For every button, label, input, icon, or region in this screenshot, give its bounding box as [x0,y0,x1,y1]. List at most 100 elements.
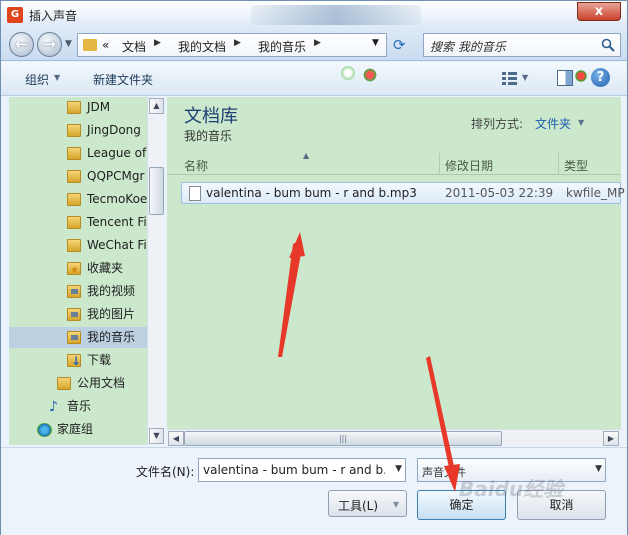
view-options-icon[interactable] [501,71,519,86]
filename-label: 文件名(N): [136,465,195,479]
tree-item-wechat-files[interactable]: WeChat Fi [9,235,147,256]
tree-item-public-documents[interactable]: 公用文档 [9,373,147,394]
forward-button[interactable]: → [37,32,62,57]
chevron-right-icon[interactable]: ▶ [154,38,161,48]
chevron-down-icon[interactable]: ▼ [54,73,60,82]
folder-icon [67,193,81,206]
tree-item-my-music[interactable]: 我的音乐 [9,327,147,348]
tools-button[interactable]: 工具(L) ▼ [328,490,407,517]
scroll-thumb[interactable]: ||| [184,431,502,446]
file-name: valentina - bum bum - r and b.mp3 [206,186,417,200]
file-date: 2011-05-03 22:39 [445,186,554,200]
blurred-title-region [251,5,421,25]
arrange-by-label: 排列方式: [471,117,524,131]
organize-button[interactable]: 组织 [25,71,49,88]
column-type[interactable]: 类型 [564,157,588,174]
tree-item-jingdong[interactable]: JingDong [9,120,147,141]
address-dropdown-icon[interactable]: ▼ [372,38,379,48]
folder-icon [67,170,81,183]
filename-combobox[interactable]: valentina - bum bum - r and b.r ▼ [198,458,406,482]
address-bar[interactable]: « 文档 ▶ 我的文档 ▶ 我的音乐 ▶ ▼ [77,33,387,57]
command-toolbar: 组织 ▼ 新建文件夹 ▼ ? [1,62,627,96]
arrange-by-link[interactable]: 文件夹 [535,115,571,132]
sort-ascending-icon: ▲ [303,151,310,160]
column-divider[interactable] [439,153,440,175]
breadcrumb-overflow[interactable]: « [102,38,109,52]
tree-item-homegroup[interactable]: 家庭组 [9,419,147,440]
homegroup-icon [37,423,52,437]
folder-icon [67,239,81,252]
file-row[interactable]: valentina - bum bum - r and b.mp3 2011-0… [181,182,625,204]
folder-icon [57,377,71,390]
watermark-text: Baidu经验 [459,477,564,501]
preview-pane-icon[interactable] [557,70,573,86]
tree-item-qqpcmgr[interactable]: QQPCMgr [9,166,147,187]
videos-folder-icon [67,285,81,298]
refresh-icon[interactable]: ⟳ [393,36,411,54]
decorative-flower-icon [363,68,377,82]
tree-item-downloads[interactable]: 下载 [9,350,147,371]
scroll-thumb[interactable] [149,167,164,215]
column-header-row: ▲ 名称 修改日期 类型 [167,151,621,175]
tree-item-music-library[interactable]: ♪ 音乐 [9,396,147,417]
library-subtitle: 我的音乐 [184,129,233,143]
chevron-down-icon[interactable]: ▼ [522,73,528,82]
file-list-pane: 文档库 我的音乐 排列方式: 文件夹 ▼ ▲ 名称 修改日期 类型 valent… [167,97,625,445]
chevron-down-icon: ▼ [393,500,400,509]
search-icon[interactable] [601,38,615,52]
tree-item-my-videos[interactable]: 我的视频 [9,281,147,302]
scroll-right-icon[interactable]: ▶ [603,431,619,446]
tree-item-tencent-files[interactable]: Tencent Fi [9,212,147,233]
folder-icon [67,147,81,160]
window-title: 插入声音 [29,9,78,23]
file-list-horizontal-scrollbar[interactable]: ◀ ||| ▶ [167,429,621,446]
tree-item-my-pictures[interactable]: 我的图片 [9,304,147,325]
tree-item-favorites[interactable]: 收藏夹 [9,258,147,279]
help-icon[interactable]: ? [591,68,610,87]
new-folder-button[interactable]: 新建文件夹 [93,71,153,88]
folder-icon [67,216,81,229]
app-icon: G [7,7,23,23]
filename-value[interactable]: valentina - bum bum - r and b.r [203,463,385,477]
pictures-folder-icon [67,308,81,321]
tree-item-jdm[interactable]: JDM [9,97,147,118]
tree-vertical-scrollbar[interactable]: ▲ ▼ [147,97,164,445]
title-bar: G 插入声音 x [1,1,627,29]
chevron-down-icon[interactable]: ▼ [578,118,584,127]
column-name[interactable]: 名称 [184,157,208,174]
chevron-down-icon[interactable]: ▼ [395,464,402,474]
scroll-up-icon[interactable]: ▲ [149,98,164,114]
chevron-down-icon[interactable]: ▼ [595,464,602,474]
music-note-icon: ♪ [49,399,58,415]
column-divider[interactable] [558,153,559,175]
recent-pages-dropdown-icon[interactable]: ▼ [65,39,72,49]
close-button[interactable]: x [577,2,621,21]
scroll-left-icon[interactable]: ◀ [168,431,184,446]
column-date[interactable]: 修改日期 [445,157,493,174]
navigation-tree: JDM JingDong League of QQPCMgr TecmoKoe … [9,97,147,445]
tools-label: 工具(L) [338,499,379,513]
chevron-right-icon[interactable]: ▶ [314,38,321,48]
back-button[interactable]: ← [9,32,34,57]
search-placeholder: 搜索 我的音乐 [430,40,506,54]
folder-icon [67,101,81,114]
navigation-bar: ← → ▼ « 文档 ▶ 我的文档 ▶ 我的音乐 ▶ ▼ ⟳ 搜索 我的音乐 [1,29,627,61]
favorites-folder-icon [67,260,81,279]
file-icon [189,186,201,201]
folder-icon [83,39,97,51]
search-input[interactable]: 搜索 我的音乐 [423,33,621,57]
decorative-flower-icon [575,70,587,82]
file-type: kwfile_MP [566,186,625,200]
library-title: 文档库 [184,106,238,127]
decorative-bubble-icon [341,66,355,80]
insert-sound-dialog: G 插入声音 x ← → ▼ « 文档 ▶ 我的文档 ▶ 我的音乐 ▶ ▼ ⟳ … [0,0,628,535]
breadcrumb-my-documents[interactable]: 我的文档 [178,38,226,55]
tree-item-tecmokoe[interactable]: TecmoKoe [9,189,147,210]
tree-item-league-of[interactable]: League of [9,143,147,164]
music-folder-icon [67,331,81,344]
breadcrumb-my-music[interactable]: 我的音乐 [258,38,306,55]
chevron-right-icon[interactable]: ▶ [234,38,241,48]
folder-icon [67,124,81,137]
scroll-down-icon[interactable]: ▼ [149,428,164,444]
breadcrumb-documents[interactable]: 文档 [122,38,146,55]
